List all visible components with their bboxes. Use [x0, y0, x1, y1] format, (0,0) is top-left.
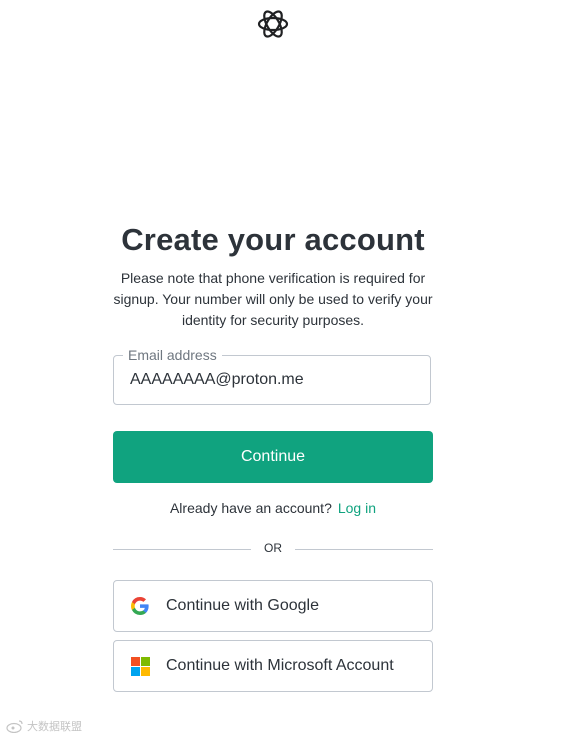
email-field-label: Email address	[123, 346, 222, 364]
page-subtitle: Please note that phone verification is r…	[113, 270, 433, 328]
continue-with-microsoft-button[interactable]: Continue with Microsoft Account	[113, 640, 433, 692]
continue-with-google-button[interactable]: Continue with Google	[113, 580, 433, 632]
email-field-value[interactable]: AAAAAAAA@proton.me	[130, 371, 304, 389]
or-divider: OR	[113, 541, 433, 557]
microsoft-icon	[130, 656, 150, 676]
continue-button[interactable]: Continue	[113, 431, 433, 483]
login-link[interactable]: Log in	[338, 500, 376, 516]
watermark: 大数据联盟	[6, 718, 82, 734]
google-button-label: Continue with Google	[166, 597, 319, 614]
google-icon	[130, 596, 150, 616]
email-field[interactable]: Email address AAAAAAAA@proton.me	[113, 346, 431, 405]
microsoft-button-label: Continue with Microsoft Account	[166, 657, 394, 674]
weibo-icon	[6, 720, 23, 733]
login-row: Already have an account? Log in	[113, 500, 433, 516]
signup-page: Create your account Please note that pho…	[0, 0, 578, 739]
page-title: Create your account	[121, 222, 425, 257]
watermark-text: 大数据联盟	[27, 721, 82, 733]
divider-label: OR	[264, 541, 282, 555]
login-prompt: Already have an account?	[169, 500, 332, 516]
divider-line-right	[295, 549, 433, 550]
openai-logo-icon	[257, 10, 289, 38]
